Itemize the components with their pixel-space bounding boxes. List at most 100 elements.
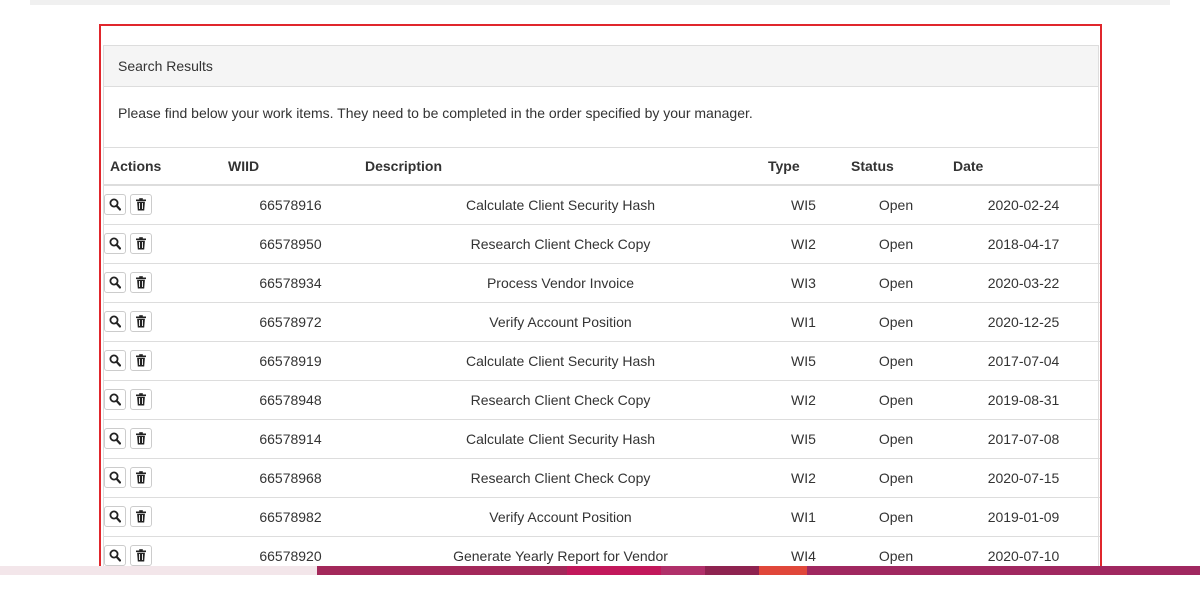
header-status: Status xyxy=(845,148,947,186)
cell-status: Open xyxy=(845,380,947,420)
cell-date: 2019-08-31 xyxy=(947,380,1100,420)
cell-status: Open xyxy=(845,497,947,537)
cell-type: WI5 xyxy=(762,419,845,459)
delete-button[interactable] xyxy=(130,350,152,371)
delete-button[interactable] xyxy=(130,389,152,410)
bottom-bar-segment xyxy=(759,566,807,575)
view-button[interactable] xyxy=(104,428,126,449)
bottom-bar-segment xyxy=(807,566,1200,575)
cell-wiid: 66578968 xyxy=(222,458,359,498)
bottom-bar-segment xyxy=(317,566,567,575)
panel-intro-text: Please find below your work items. They … xyxy=(104,87,1098,148)
table-row: 66578972 Verify Account Position WI1 Open 20… xyxy=(104,302,1100,342)
cell-status: Open xyxy=(845,302,947,342)
table-row: 66578914 Calculate Client Security Hash WI… xyxy=(104,419,1100,459)
table-row: 66578919 Calculate Client Security Hash WI… xyxy=(104,341,1100,381)
panel-body: Search Results Please find below your wo… xyxy=(103,45,1100,575)
header-description: Description xyxy=(359,148,762,186)
cell-description: Calculate Client Security Hash xyxy=(359,419,762,459)
cell-date: 2020-07-15 xyxy=(947,458,1100,498)
cell-type: WI5 xyxy=(762,341,845,381)
cell-description: Research Client Check Copy xyxy=(359,224,762,264)
row-actions xyxy=(104,302,222,342)
cell-date: 2017-07-08 xyxy=(947,419,1100,459)
cell-status: Open xyxy=(845,185,947,225)
row-actions xyxy=(104,380,222,420)
header-date: Date xyxy=(947,148,1100,186)
panel-heading: Search Results xyxy=(104,46,1098,87)
cell-description: Verify Account Position xyxy=(359,497,762,537)
cell-status: Open xyxy=(845,224,947,264)
row-actions xyxy=(104,419,222,459)
cell-description: Research Client Check Copy xyxy=(359,380,762,420)
cell-type: WI2 xyxy=(762,380,845,420)
cell-date: 2020-12-25 xyxy=(947,302,1100,342)
row-actions xyxy=(104,224,222,264)
cell-status: Open xyxy=(845,419,947,459)
view-button[interactable] xyxy=(104,272,126,293)
delete-button[interactable] xyxy=(130,194,152,216)
cell-type: WI2 xyxy=(762,224,845,264)
cell-type: WI5 xyxy=(762,185,845,225)
search-results-panel: Search Results Please find below your wo… xyxy=(99,24,1102,577)
row-actions xyxy=(104,497,222,537)
table-row: 66578948 Research Client Check Copy WI2 Ope… xyxy=(104,380,1100,420)
table-row: 66578950 Research Client Check Copy WI2 Ope… xyxy=(104,224,1100,264)
top-strip xyxy=(30,0,1170,5)
cell-description: Calculate Client Security Hash xyxy=(359,185,762,225)
delete-button[interactable] xyxy=(130,311,152,332)
header-actions: Actions xyxy=(104,148,222,186)
cell-date: 2018-04-17 xyxy=(947,224,1100,264)
cell-status: Open xyxy=(845,263,947,303)
cell-wiid: 66578916 xyxy=(222,185,359,225)
table-row: 66578968 Research Client Check Copy WI2 Ope… xyxy=(104,458,1100,498)
cell-wiid: 66578950 xyxy=(222,224,359,264)
bottom-bar-segment xyxy=(567,566,661,575)
bottom-bar-segment xyxy=(705,566,759,575)
delete-button[interactable] xyxy=(130,233,152,254)
cell-wiid: 66578934 xyxy=(222,263,359,303)
view-button[interactable] xyxy=(104,467,126,488)
delete-button[interactable] xyxy=(130,545,152,566)
header-wiid: WIID xyxy=(222,148,359,186)
table-row: 66578916 Calculate Client Security Hash WI… xyxy=(104,185,1100,225)
cell-description: Calculate Client Security Hash xyxy=(359,341,762,381)
delete-button[interactable] xyxy=(130,428,152,449)
table-row: 66578934 Process Vendor Invoice WI3 Open 202… xyxy=(104,263,1100,303)
cell-description: Process Vendor Invoice xyxy=(359,263,762,303)
delete-button[interactable] xyxy=(130,467,152,488)
cell-date: 2019-01-09 xyxy=(947,497,1100,537)
cell-type: WI2 xyxy=(762,458,845,498)
cell-status: Open xyxy=(845,458,947,498)
row-actions xyxy=(104,185,222,225)
delete-button[interactable] xyxy=(130,506,152,527)
work-items-table: Actions WIID Description Type Status Dat… xyxy=(104,148,1100,575)
cell-wiid: 66578919 xyxy=(222,341,359,381)
cell-type: WI3 xyxy=(762,263,845,303)
row-actions xyxy=(104,263,222,303)
cell-date: 2020-02-24 xyxy=(947,185,1100,225)
cell-description: Verify Account Position xyxy=(359,302,762,342)
cell-type: WI1 xyxy=(762,497,845,537)
view-button[interactable] xyxy=(104,350,126,371)
view-button[interactable] xyxy=(104,233,126,254)
header-type: Type xyxy=(762,148,845,186)
view-button[interactable] xyxy=(104,506,126,527)
cell-wiid: 66578948 xyxy=(222,380,359,420)
cell-status: Open xyxy=(845,341,947,381)
view-button[interactable] xyxy=(104,545,126,566)
view-button[interactable] xyxy=(104,311,126,332)
bottom-color-bar xyxy=(0,566,1200,575)
cell-wiid: 66578914 xyxy=(222,419,359,459)
delete-button[interactable] xyxy=(130,272,152,293)
table-row: 66578982 Verify Account Position WI1 Open 20… xyxy=(104,497,1100,537)
cell-wiid: 66578982 xyxy=(222,497,359,537)
row-actions xyxy=(104,341,222,381)
page-bottom xyxy=(0,575,1200,600)
view-button[interactable] xyxy=(104,194,126,216)
table-header-row: Actions WIID Description Type Status Dat… xyxy=(104,148,1100,186)
bottom-bar-segment xyxy=(0,566,317,575)
view-button[interactable] xyxy=(104,389,126,410)
bottom-bar-segment xyxy=(661,566,705,575)
cell-date: 2020-03-22 xyxy=(947,263,1100,303)
